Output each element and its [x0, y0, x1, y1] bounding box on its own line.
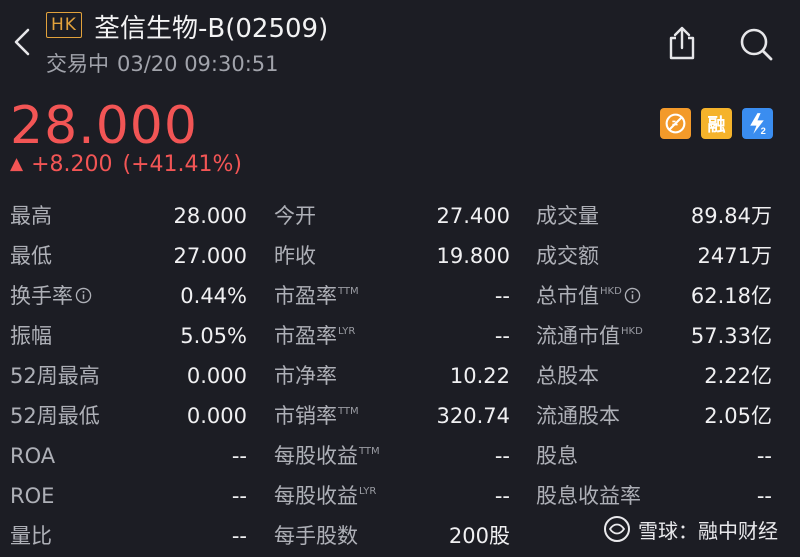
- market-badge: HK: [46, 12, 82, 38]
- stat-value: 0.000: [186, 404, 247, 428]
- search-icon[interactable]: [736, 24, 776, 64]
- stat-label-text: 市盈率: [274, 324, 337, 348]
- stat-value: 200股: [448, 524, 510, 548]
- stock-title: 荃信生物-B(02509): [94, 14, 329, 44]
- stat-label: 52周最高: [10, 364, 100, 388]
- stat-label: 市盈率LYR: [274, 316, 355, 356]
- watermark-text: 雪球：融中财经: [638, 518, 778, 543]
- stat-value: --: [494, 324, 510, 348]
- stats-row: 最低 27.000 昨收 19.800 成交额 2471万: [0, 236, 800, 276]
- stat-label: 每股收益TTM: [274, 436, 380, 476]
- stat-label: 市净率: [274, 364, 337, 388]
- stat-label-text: 换手率: [10, 284, 73, 308]
- up-triangle-icon: ▲: [10, 154, 24, 174]
- stat-label: ROA: [10, 444, 56, 468]
- stat-label-text: 流通市值: [536, 324, 620, 348]
- stat-label: 流通股本: [536, 404, 620, 428]
- info-icon[interactable]: [75, 287, 92, 304]
- no-short-icon[interactable]: [660, 108, 691, 139]
- stat-label-market-cap[interactable]: 总市值HKD: [536, 276, 641, 316]
- stat-label: ROE: [10, 484, 55, 508]
- change-percent: (+41.41%): [122, 152, 243, 177]
- stat-label-sup: TTM: [359, 446, 380, 457]
- stat-label: 每手股数: [274, 524, 358, 548]
- stat-label-text: 市盈率: [274, 284, 337, 308]
- stat-label-sup: TTM: [338, 286, 359, 297]
- stat-value: --: [756, 444, 772, 468]
- watermark: 雪球：融中财经: [602, 514, 778, 544]
- stat-label: 总股本: [536, 364, 599, 388]
- stat-label-text: 每股收益: [274, 484, 358, 508]
- stat-label: 量比: [10, 524, 52, 548]
- stats-row: 最高 28.000 今开 27.400 成交量 89.84万: [0, 196, 800, 236]
- stat-label: 市盈率TTM: [274, 276, 359, 316]
- stat-label-sup: LYR: [338, 326, 356, 337]
- stats-row: ROE -- 每股收益LYR -- 股息收益率 --: [0, 476, 800, 516]
- stat-value: 57.33亿: [690, 324, 772, 348]
- stat-value: 27.400: [436, 204, 510, 228]
- stat-value: 0.000: [186, 364, 247, 388]
- status-datetime: 03/20 09:30:51: [117, 52, 279, 76]
- stat-label-text: 市销率: [274, 404, 337, 428]
- stat-label: 市销率TTM: [274, 396, 359, 436]
- stat-label: 最高: [10, 204, 52, 228]
- stat-value: 27.000: [173, 244, 247, 268]
- stats-row: 换手率 0.44% 市盈率TTM -- 总市值HKD 62.18亿: [0, 276, 800, 316]
- trading-status: 交易中 03/20 09:30:51: [46, 48, 279, 78]
- stat-label-sup: HKD: [600, 286, 622, 297]
- stat-value: 89.84万: [690, 204, 772, 228]
- stat-value: 5.05%: [180, 324, 247, 348]
- stat-label: 振幅: [10, 324, 52, 348]
- stat-label-sup: TTM: [338, 406, 359, 417]
- stat-value: 320.74: [436, 404, 510, 428]
- stat-value: 19.800: [436, 244, 510, 268]
- change-amount: +8.200: [31, 152, 113, 177]
- stat-label-text: 每股收益: [274, 444, 358, 468]
- stat-label: 每股收益LYR: [274, 476, 376, 516]
- margin-badge[interactable]: 融: [701, 108, 732, 139]
- stat-value: 0.44%: [180, 284, 247, 308]
- stat-value: --: [231, 484, 247, 508]
- stat-value: 28.000: [173, 204, 247, 228]
- stat-value: --: [231, 524, 247, 548]
- stat-value: 2.05亿: [704, 404, 772, 428]
- stat-label-text: 总市值: [536, 284, 599, 308]
- level2-icon[interactable]: 2: [742, 108, 773, 139]
- stat-value: 10.22: [449, 364, 510, 388]
- stat-label: 最低: [10, 244, 52, 268]
- svg-text:2: 2: [761, 126, 766, 136]
- stat-value: 62.18亿: [690, 284, 772, 308]
- stat-label: 成交额: [536, 244, 599, 268]
- stat-value: 2.22亿: [704, 364, 772, 388]
- share-icon[interactable]: [664, 24, 700, 62]
- feature-badges: 融 2: [660, 108, 773, 139]
- stat-label: 今开: [274, 204, 316, 228]
- stat-label: 流通市值HKD: [536, 316, 643, 356]
- stat-value: 2471万: [697, 244, 772, 268]
- stats-row: ROA -- 每股收益TTM -- 股息 --: [0, 436, 800, 476]
- stat-value: --: [494, 484, 510, 508]
- price-change: ▲ +8.200 (+41.41%): [10, 152, 242, 177]
- stats-row: 振幅 5.05% 市盈率LYR -- 流通市值HKD 57.33亿: [0, 316, 800, 356]
- stat-label: 股息收益率: [536, 484, 641, 508]
- stat-value: --: [494, 444, 510, 468]
- back-icon[interactable]: [8, 26, 38, 58]
- snowball-logo-icon: [604, 516, 630, 542]
- stat-value: --: [231, 444, 247, 468]
- stat-label-sup: LYR: [359, 486, 377, 497]
- stats-row: 52周最高 0.000 市净率 10.22 总股本 2.22亿: [0, 356, 800, 396]
- stat-label-sup: HKD: [621, 326, 643, 337]
- current-price: 28.000: [10, 96, 198, 156]
- stat-label-turnover[interactable]: 换手率: [10, 276, 92, 316]
- header-bar: HK 荃信生物-B(02509) 交易中 03/20 09:30:51: [0, 0, 800, 86]
- stat-value: --: [494, 284, 510, 308]
- info-icon[interactable]: [624, 287, 641, 304]
- stat-label: 成交量: [536, 204, 599, 228]
- stat-value: --: [756, 484, 772, 508]
- stats-row: 52周最低 0.000 市销率TTM 320.74 流通股本 2.05亿: [0, 396, 800, 436]
- stat-label: 昨收: [274, 244, 316, 268]
- stat-label: 股息: [536, 444, 578, 468]
- status-text: 交易中: [46, 52, 109, 76]
- stat-label: 52周最低: [10, 404, 100, 428]
